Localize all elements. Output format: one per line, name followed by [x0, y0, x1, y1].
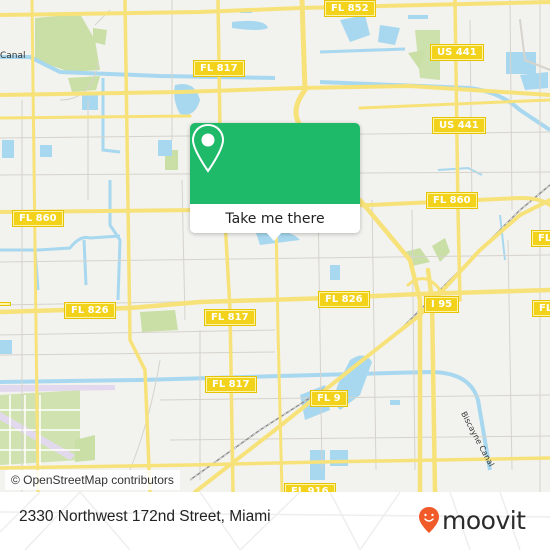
lake	[378, 25, 400, 45]
road-label-fl-9: FL 9	[310, 390, 348, 407]
road-i-95	[357, 197, 423, 492]
map-attribution[interactable]: © OpenStreetMap contributors	[5, 470, 180, 490]
road-label-fl-826: FL 826	[318, 291, 370, 308]
moovit-logo[interactable]: moovit	[418, 502, 526, 538]
road-label-fl-916: FL 916	[284, 483, 336, 492]
road-label-fl-826: FL 826	[64, 302, 116, 319]
road-label-fl-852: FL 852	[324, 0, 376, 17]
road-label-fl-860: FL 860	[426, 192, 478, 209]
road-label-us-441: US 441	[432, 117, 486, 134]
lake	[340, 15, 370, 42]
lake	[174, 84, 200, 115]
road-label-fl-817: FL 817	[205, 376, 257, 393]
road-label-i-95: I 95	[423, 296, 460, 313]
location-pin-icon	[191, 123, 225, 173]
address-text: 2330 Northwest 172nd Street, Miami	[19, 508, 271, 525]
canal	[101, 78, 121, 154]
moovit-pin-smile-icon	[419, 507, 439, 533]
popup-header	[190, 123, 360, 204]
canal	[499, 214, 506, 261]
canal	[319, 47, 406, 54]
canal-label: Canal	[0, 51, 26, 61]
park	[432, 238, 450, 262]
road-label-fl: FL	[531, 300, 550, 317]
footer-bar: 2330 Northwest 172nd Street, Miami moovi…	[0, 492, 550, 550]
moovit-wordmark: moovit	[442, 505, 526, 535]
canal	[0, 234, 121, 252]
road-label-fl-817: FL 817	[193, 60, 245, 77]
lake	[330, 265, 340, 280]
road	[274, 218, 284, 492]
lake	[0, 340, 12, 354]
lake	[520, 72, 548, 90]
park	[140, 310, 178, 332]
destination-popup: Take me there	[190, 123, 360, 241]
park	[93, 28, 107, 45]
road	[0, 114, 192, 120]
lake	[40, 145, 52, 157]
park	[68, 76, 100, 92]
road-label-fl-817: FL 817	[204, 309, 256, 326]
canals	[0, 47, 550, 471]
lake	[158, 140, 172, 156]
canal	[108, 180, 122, 301]
lake	[310, 450, 325, 480]
lake	[82, 95, 98, 110]
road-label-fl: FL	[530, 230, 550, 247]
lake	[408, 15, 428, 19]
lake	[390, 400, 400, 405]
lake	[330, 450, 348, 466]
canal	[437, 166, 483, 176]
take-me-there-button[interactable]: Take me there	[190, 204, 360, 233]
road-fl-852	[0, 0, 550, 17]
road-label-us-441: US 441	[430, 44, 484, 61]
lake	[2, 140, 14, 158]
canal	[82, 239, 88, 286]
map-canvas[interactable]: FL 852 FL 817 US 441 US 441 FL 860 FL 86…	[0, 0, 550, 492]
road-label-edge	[0, 302, 11, 306]
popup-pointer	[265, 231, 283, 241]
road-label-fl-860: FL 860	[12, 210, 64, 227]
lake	[232, 20, 268, 30]
